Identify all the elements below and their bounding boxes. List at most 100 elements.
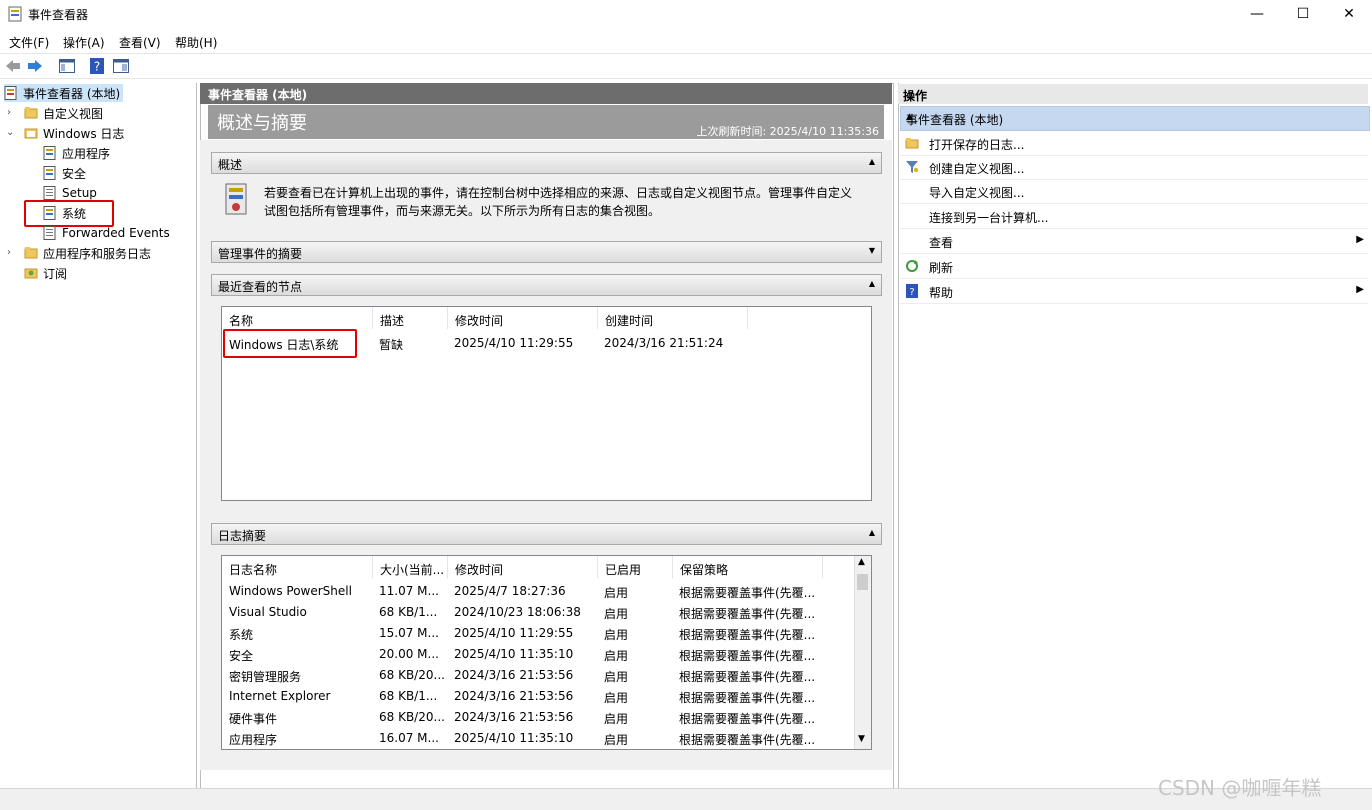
section-label: 最近查看的节点 — [218, 280, 303, 294]
column-header-retention[interactable]: 保留策略 — [673, 556, 823, 578]
menu-file[interactable]: 文件(F) — [9, 34, 49, 51]
column-header-modified[interactable]: 修改时间 — [448, 307, 598, 329]
action-view[interactable]: 查看 ▶ — [900, 229, 1368, 254]
cell-size: 68 KB/1... — [379, 605, 438, 619]
menu-action[interactable]: 操作(A) — [63, 34, 105, 51]
table-row[interactable]: Windows PowerShell 11.07 M... 2025/4/7 18:… — [222, 583, 854, 603]
event-viewer-icon — [4, 86, 17, 100]
menu-view[interactable]: 查看(V) — [119, 34, 161, 51]
cell-retention: 根据需要覆盖事件(先覆... — [679, 670, 816, 684]
refresh-icon — [906, 260, 918, 272]
expand-app-services-icon[interactable]: › — [7, 247, 11, 258]
show-hide-tree-button[interactable] — [58, 57, 76, 75]
log-list-scrollbar[interactable]: ▲ ▼ — [854, 556, 871, 749]
tree-item-label: 安全 — [62, 166, 87, 181]
tree-item-security[interactable]: 安全 — [43, 164, 86, 182]
tree-item-custom-views[interactable]: 自定义视图 — [24, 104, 103, 122]
collapse-chevron-icon: ▲ — [868, 157, 875, 166]
cell-modified: 2025/4/10 11:29:55 — [454, 336, 574, 350]
cell-retention: 根据需要覆盖事件(先覆... — [679, 712, 816, 726]
section-overview-header[interactable]: 概述 ▲ — [211, 152, 882, 174]
tree-root-label: 事件查看器 (本地) — [23, 86, 121, 101]
table-row[interactable]: 硬件事件 68 KB/20... 2024/3/16 21:53:56 启用 根据需要覆… — [222, 709, 854, 729]
column-header-modified[interactable]: 修改时间 — [448, 556, 598, 578]
scroll-down-icon[interactable]: ▼ — [858, 734, 865, 744]
cell-log-name: 安全 — [229, 649, 254, 663]
section-log-summary-header[interactable]: 日志摘要 ▲ — [211, 523, 882, 545]
tree-root-event-viewer[interactable]: 事件查看器 (本地) — [4, 84, 124, 102]
minimize-button[interactable]: — — [1234, 0, 1280, 28]
action-label: 创建自定义视图... — [929, 162, 1025, 176]
expand-custom-views-icon[interactable]: › — [7, 107, 11, 118]
column-header-name[interactable]: 名称 — [222, 307, 373, 329]
cell-retention: 根据需要覆盖事件(先覆... — [679, 649, 816, 663]
cell-modified: 2024/3/16 21:53:56 — [454, 689, 574, 703]
maximize-button[interactable]: ☐ — [1280, 0, 1326, 28]
back-button[interactable] — [4, 57, 22, 75]
submenu-arrow-icon: ▶ — [1356, 234, 1364, 245]
scrollbar-thumb[interactable] — [857, 574, 868, 590]
action-label: 帮助 — [929, 286, 954, 300]
cell-modified: 2025/4/10 11:29:55 — [454, 626, 574, 640]
column-header-size[interactable]: 大小(当前... — [373, 556, 448, 578]
cell-log-name: 系统 — [229, 628, 254, 642]
help-toolbar-button[interactable]: ? — [88, 57, 106, 75]
table-row[interactable]: 密钥管理服务 68 KB/20... 2024/3/16 21:53:56 启用 根据需… — [222, 667, 854, 687]
window-title: 事件查看器 — [28, 8, 89, 22]
column-header-enabled[interactable]: 已启用 — [598, 556, 673, 578]
tree-item-app-services-logs[interactable]: 应用程序和服务日志 — [24, 244, 151, 262]
forward-button[interactable] — [26, 57, 44, 75]
table-row[interactable]: Internet Explorer 68 KB/1... 2024/3/16 21:… — [222, 688, 854, 708]
action-refresh[interactable]: 刷新 — [900, 254, 1368, 279]
cell-modified: 2024/3/16 21:53:56 — [454, 710, 574, 724]
section-admin-summary-header[interactable]: 管理事件的摘要 ▼ — [211, 241, 882, 263]
log-summary-list[interactable]: 日志名称 大小(当前... 修改时间 已启用 保留策略 ▲ ▼ Windows … — [221, 555, 872, 750]
cell-enabled: 启用 — [604, 733, 629, 747]
tree-item-forwarded-events[interactable]: Forwarded Events — [43, 224, 170, 242]
table-row[interactable]: 系统 15.07 M... 2025/4/10 11:29:55 启用 根据需要覆盖事件… — [222, 625, 854, 645]
tree-item-label: 应用程序和服务日志 — [43, 246, 152, 261]
action-open-saved-log[interactable]: 打开保存的日志... — [900, 131, 1368, 156]
folder-icon — [24, 107, 38, 119]
action-label: 刷新 — [929, 261, 954, 275]
table-row[interactable]: Visual Studio 68 KB/1... 2024/10/23 18:06:… — [222, 604, 854, 624]
menu-help[interactable]: 帮助(H) — [175, 34, 217, 51]
filter-icon — [906, 161, 918, 173]
cell-enabled: 启用 — [604, 586, 629, 600]
action-create-custom-view[interactable]: 创建自定义视图... — [900, 155, 1368, 180]
action-import-custom-view[interactable]: 导入自定义视图... — [900, 179, 1368, 204]
cell-log-name: 硬件事件 — [229, 712, 278, 726]
column-header-log-name[interactable]: 日志名称 — [222, 556, 373, 578]
event-viewer-app-icon — [8, 6, 22, 22]
cell-retention: 根据需要覆盖事件(先覆... — [679, 691, 816, 705]
action-help[interactable]: ? 帮助 ▶ — [900, 279, 1368, 304]
tree-item-application[interactable]: 应用程序 — [43, 144, 110, 162]
tree-item-label: 订阅 — [43, 266, 68, 281]
collapse-windows-logs-icon[interactable]: ⌄ — [6, 127, 14, 138]
section-recent-nodes-header[interactable]: 最近查看的节点 ▲ — [211, 274, 882, 296]
section-label: 管理事件的摘要 — [218, 247, 303, 261]
show-action-pane-button[interactable] — [112, 57, 130, 75]
cell-size: 68 KB/1... — [379, 689, 438, 703]
actions-section-event-viewer[interactable]: 事件查看器 (本地) ▲ — [900, 106, 1370, 131]
table-row[interactable]: 安全 20.00 M... 2025/4/10 11:35:10 启用 根据需要覆盖事件… — [222, 646, 854, 666]
action-label: 查看 — [929, 236, 954, 250]
log-icon — [43, 146, 56, 160]
tree-item-label: Windows 日志 — [43, 126, 125, 141]
column-header-created[interactable]: 创建时间 — [598, 307, 748, 329]
action-label: 导入自定义视图... — [929, 186, 1025, 200]
tree-item-subscriptions[interactable]: 订阅 — [24, 264, 67, 282]
scroll-up-icon[interactable]: ▲ — [858, 557, 865, 567]
cell-enabled: 启用 — [604, 670, 629, 684]
action-connect-computer[interactable]: 连接到另一台计算机... — [900, 204, 1368, 229]
tree-item-label: Setup — [62, 186, 97, 200]
tree-item-windows-logs[interactable]: Windows 日志 — [24, 124, 124, 142]
watermark-text: CSDN @咖喱年糕 — [1158, 776, 1322, 800]
cell-enabled: 启用 — [604, 649, 629, 663]
cell-size: 15.07 M... — [379, 626, 439, 640]
cell-modified: 2024/10/23 18:06:38 — [454, 605, 581, 619]
table-row[interactable]: 应用程序 16.07 M... 2025/4/10 11:35:10 启用 根据需要覆盖… — [222, 730, 854, 749]
column-header-description[interactable]: 描述 — [373, 307, 448, 329]
close-button[interactable]: ✕ — [1326, 0, 1372, 28]
cell-modified: 2025/4/10 11:35:10 — [454, 647, 574, 661]
